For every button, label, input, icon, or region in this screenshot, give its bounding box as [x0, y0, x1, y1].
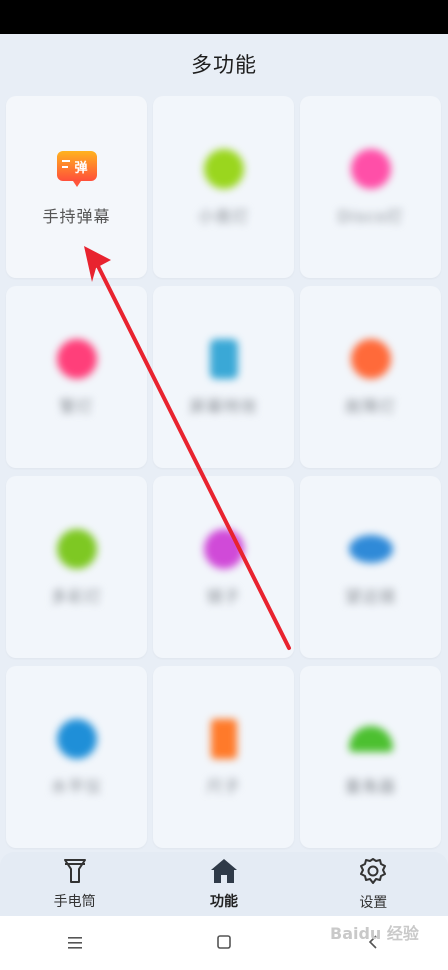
- screen-icon: [202, 337, 246, 381]
- tile-protractor[interactable]: 量角器: [300, 666, 441, 848]
- tile-label: 镜子: [206, 587, 241, 606]
- bulb-icon: [202, 147, 246, 191]
- color-icon: [55, 527, 99, 571]
- nav-label: 手电筒: [53, 894, 96, 910]
- tile-label: 尺子: [206, 777, 241, 796]
- tile-label: 屏幕特效: [189, 397, 258, 416]
- tile-mirror[interactable]: 镜子: [153, 476, 294, 658]
- status-bar: [0, 0, 448, 34]
- tile-disco[interactable]: Disco灯: [300, 96, 441, 278]
- tile-danmaku[interactable]: 弹 手持弹幕: [6, 96, 147, 278]
- menu-button[interactable]: [45, 933, 105, 954]
- tile-label: 手持弹幕: [42, 207, 111, 226]
- tile-night-light[interactable]: 小夜灯: [153, 96, 294, 278]
- warning-icon: [349, 337, 393, 381]
- level-icon: [55, 717, 99, 761]
- bottom-nav: 手电筒 功能 设置: [0, 852, 448, 916]
- tile-screen-effect[interactable]: 屏幕特效: [153, 286, 294, 468]
- tile-label: 望远镜: [344, 587, 396, 606]
- nav-label: 设置: [359, 895, 388, 911]
- nav-label: 功能: [209, 894, 238, 910]
- tile-label: 量角器: [344, 777, 396, 796]
- tile-label: 小夜灯: [197, 207, 249, 226]
- square-icon: [217, 933, 231, 954]
- tile-warning[interactable]: 故障灯: [300, 286, 441, 468]
- nav-settings[interactable]: 设置: [313, 856, 433, 912]
- tile-label: 水平仪: [50, 777, 102, 796]
- gear-icon: [358, 856, 388, 890]
- tile-level[interactable]: 水平仪: [6, 666, 147, 848]
- binocular-icon: [348, 527, 393, 571]
- protractor-icon: [348, 717, 393, 761]
- feature-grid: 弹 手持弹幕 小夜灯 Disco灯 警灯 屏幕特效 故障灯 多彩灯 镜子 望远镜…: [6, 96, 442, 848]
- header: 多功能: [0, 34, 448, 94]
- home-button[interactable]: [194, 933, 254, 954]
- tile-binocular[interactable]: 望远镜: [300, 476, 441, 658]
- tile-label: Disco灯: [337, 207, 404, 226]
- mirror-icon: [202, 527, 246, 571]
- page-title: 多功能: [191, 53, 257, 77]
- tile-label: 警灯: [59, 397, 94, 416]
- danmaku-icon: 弹: [55, 147, 99, 191]
- tile-color-light[interactable]: 多彩灯: [6, 476, 147, 658]
- svg-text:弹: 弹: [74, 160, 87, 176]
- home-icon: [209, 857, 239, 889]
- tile-label: 多彩灯: [50, 587, 102, 606]
- menu-icon: [67, 933, 82, 954]
- alarm-icon: [55, 337, 99, 381]
- ruler-icon: [202, 717, 246, 761]
- flashlight-icon: [62, 857, 88, 889]
- nav-flashlight[interactable]: 手电筒: [15, 857, 135, 911]
- disco-icon: [349, 147, 393, 191]
- tile-label: 故障灯: [344, 397, 396, 416]
- tile-alarm[interactable]: 警灯: [6, 286, 147, 468]
- tile-ruler[interactable]: 尺子: [153, 666, 294, 848]
- watermark: Baidu 经验: [330, 924, 419, 943]
- nav-features[interactable]: 功能: [164, 857, 284, 911]
